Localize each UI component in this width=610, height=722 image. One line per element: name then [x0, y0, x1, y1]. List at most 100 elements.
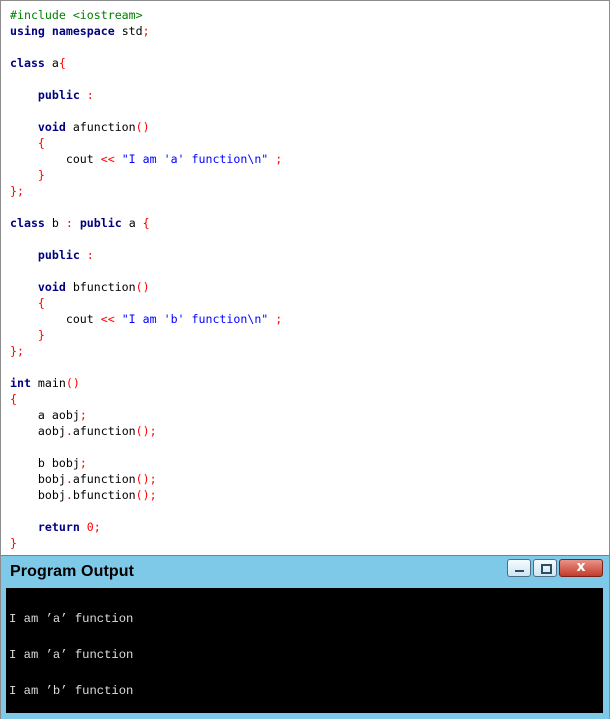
code-line: }; [10, 343, 600, 359]
code-token: bfunction [65, 280, 136, 294]
code-token: } [37, 168, 45, 182]
console-line: I am ’a’ function [9, 648, 134, 662]
console-line: I am ’a’ function [9, 612, 134, 626]
program-output-window: Program Output x I am ’a’ function I am … [1, 555, 609, 719]
code-token: void [37, 120, 66, 134]
code-line: cout << "I am 'a' function\n" ; [10, 151, 600, 167]
code-line: { [10, 135, 600, 151]
code-token: cout [10, 312, 101, 326]
code-line: ​ [10, 103, 600, 119]
code-token: using [10, 24, 45, 38]
output-window-title: Program Output [10, 563, 135, 580]
code-line: } [10, 167, 600, 183]
code-token: }; [10, 344, 24, 358]
code-token: (); [135, 472, 157, 486]
console-line: I am ’b’ function [9, 684, 134, 698]
code-token: afunction [72, 424, 136, 438]
code-token: std [114, 24, 143, 38]
code-token: { [37, 296, 45, 310]
code-token: } [37, 328, 45, 342]
maximize-button[interactable] [533, 559, 557, 577]
code-token: bobj [10, 488, 66, 502]
code-token: }; [10, 184, 24, 198]
code-line: { [10, 295, 600, 311]
code-token: () [135, 280, 150, 294]
minimize-button[interactable] [507, 559, 531, 577]
close-button[interactable]: x [559, 559, 603, 577]
code-token: ; [79, 456, 87, 470]
code-line: using namespace std; [10, 23, 600, 39]
code-line: ​ [10, 439, 600, 455]
code-token: a [121, 216, 143, 230]
code-line: aobj.afunction(); [10, 423, 600, 439]
code-line: }; [10, 183, 600, 199]
close-icon: x [576, 559, 586, 575]
code-line: { [10, 391, 600, 407]
code-token: (); [135, 424, 157, 438]
code-token: public [37, 88, 80, 102]
code-line: cout << "I am 'b' function\n" ; [10, 311, 600, 327]
code-token: a [44, 56, 59, 70]
code-token: "I am 'b' function\n" [121, 312, 269, 326]
code-token: ; [275, 152, 283, 166]
code-token: #include <iostream> [10, 8, 143, 22]
code-token: b [44, 216, 66, 230]
code-token: . [65, 424, 73, 438]
code-line: } [10, 327, 600, 343]
code-token: . [65, 488, 73, 502]
code-token: ; [93, 520, 101, 534]
code-token: << [100, 312, 115, 326]
code-token: b bobj [10, 456, 80, 470]
code-line: } [10, 535, 600, 551]
code-line: return 0; [10, 519, 600, 535]
code-line: class a{ [10, 55, 600, 71]
code-token: () [135, 120, 150, 134]
code-token: (); [135, 488, 157, 502]
code-token: << [100, 152, 115, 166]
code-line: void afunction() [10, 119, 600, 135]
code-token: { [58, 56, 66, 70]
code-token: afunction [72, 472, 136, 486]
code-token: aobj [10, 424, 66, 438]
code-token: { [10, 392, 17, 406]
code-token: bfunction [72, 488, 136, 502]
code-token: public [37, 248, 80, 262]
code-token: void [37, 280, 66, 294]
code-token: cout [10, 152, 101, 166]
code-token: } [10, 536, 17, 550]
code-token: namespace [51, 24, 115, 38]
code-token: . [65, 472, 73, 486]
code-line: ​ [10, 71, 600, 87]
code-token: ; [142, 24, 150, 38]
code-token: afunction [65, 120, 136, 134]
code-token: : [65, 216, 73, 230]
code-line: public : [10, 87, 600, 103]
code-token: a aobj [10, 408, 80, 422]
code-line: bobj.bfunction(); [10, 487, 600, 503]
code-editor: #include <iostream>using namespace std;​… [10, 7, 600, 551]
code-token: () [65, 376, 80, 390]
code-token: class [10, 56, 45, 70]
code-token: ; [79, 408, 87, 422]
code-token: 0 [86, 520, 94, 534]
code-token: : [86, 88, 94, 102]
code-token: return [37, 520, 80, 534]
code-line: ​ [10, 39, 600, 55]
minimize-icon [515, 570, 524, 572]
code-line: int main() [10, 375, 600, 391]
code-line: class b : public a { [10, 215, 600, 231]
code-line: a aobj; [10, 407, 600, 423]
